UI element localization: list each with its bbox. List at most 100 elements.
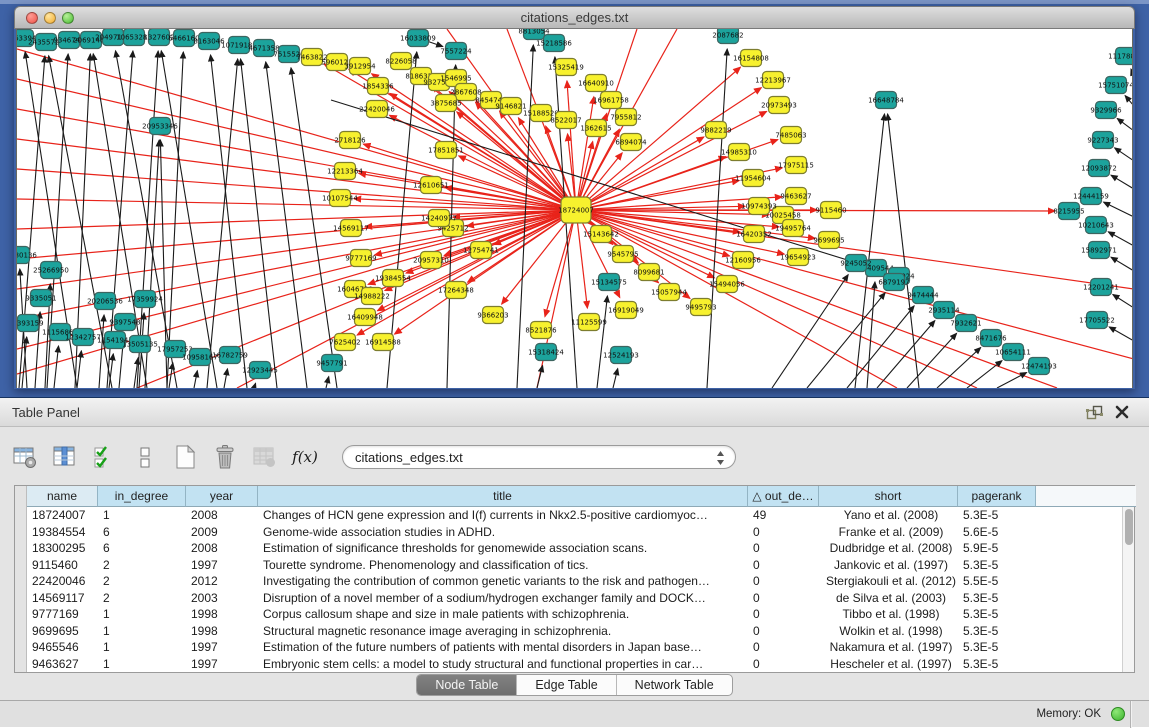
cell-out_de: 0	[748, 639, 819, 656]
table-row[interactable]: 1938455462009Genome-wide association stu…	[27, 524, 1136, 541]
select-all-rows-button[interactable]	[88, 440, 122, 474]
cell-short: Wolkin et al. (1998)	[819, 623, 958, 640]
window-titlebar[interactable]: citations_edges.txt	[14, 6, 1135, 29]
tab-node-table[interactable]: Node Table	[417, 675, 517, 695]
cell-title: Embryonic stem cells: a model to study s…	[258, 656, 748, 673]
graph-node-label: 9227343	[1087, 136, 1118, 144]
graph-node-label: 9397548	[109, 318, 140, 326]
graph-node-label: 12342757	[65, 333, 101, 341]
column-header-in_degree[interactable]: in_degree	[98, 486, 186, 507]
column-options-button[interactable]	[48, 440, 82, 474]
graph-node-label: 10025458	[765, 211, 801, 219]
cell-filler	[1036, 623, 1136, 640]
status-bar: Memory: OK	[0, 700, 1149, 727]
create-table-button[interactable]	[168, 440, 202, 474]
cell-in_degree: 1	[98, 606, 186, 623]
cell-in_degree: 1	[98, 656, 186, 673]
table-row[interactable]: 1830029562008Estimation of significance …	[27, 540, 1136, 557]
memory-ok-indicator[interactable]	[1111, 707, 1125, 721]
graph-node-label: 8522017	[550, 116, 581, 124]
scrollbar-thumb[interactable]	[1125, 509, 1133, 545]
column-header-title[interactable]: title	[258, 486, 748, 507]
graph-node-label: 19654923	[780, 253, 816, 261]
graph-node-label: 9457791	[316, 359, 347, 367]
table-row[interactable]: 946554611997Estimation of the future num…	[27, 639, 1136, 656]
deselect-all-rows-button[interactable]	[128, 440, 162, 474]
column-header-pagerank[interactable]: pagerank	[958, 486, 1036, 507]
cell-name: 9777169	[27, 606, 98, 623]
cell-out_de: 0	[748, 557, 819, 574]
table-row[interactable]: 2242004622012Investigating the contribut…	[27, 573, 1136, 590]
graph-node-label: 14569117	[333, 224, 369, 232]
column-header-year[interactable]: year	[186, 486, 258, 507]
cell-pagerank: 5.3E-5	[958, 606, 1036, 623]
delete-table-button[interactable]	[208, 440, 242, 474]
graph-node-label: 14240977	[421, 214, 457, 222]
graph-node-label: 10107544	[322, 194, 358, 202]
table-row[interactable]: 1872400712008Changes of HCN gene express…	[27, 507, 1136, 524]
table-options-button[interactable]	[8, 440, 42, 474]
cell-short: Stergiakouli et al. (2012)	[819, 573, 958, 590]
table-row[interactable]: 977716911998Corpus callosum shape and si…	[27, 606, 1136, 623]
cell-out_de: 0	[748, 540, 819, 557]
graph-node-label: 16648784	[868, 96, 904, 104]
graph-node-label: 16914588	[365, 338, 401, 346]
network-table-selector[interactable]: citations_edges.txt	[342, 445, 736, 469]
table-scrollbar[interactable]	[1122, 507, 1134, 672]
tab-edge-table[interactable]: Edge Table	[517, 675, 616, 695]
graph-node-label: 9699695	[813, 236, 844, 244]
network-canvas[interactable]: 1863394124355724934674420691406204971191…	[16, 29, 1133, 388]
table-row[interactable]: 969969511998Structural magnetic resonanc…	[27, 623, 1136, 640]
graph-node-label: 11178886	[1108, 52, 1133, 60]
graph-node-label: 7625402	[329, 338, 360, 346]
table-row[interactable]: 911546021997Tourette syndrome. Phenomeno…	[27, 557, 1136, 574]
graph-node-label: 12474193	[1021, 362, 1057, 370]
node-table: namein_degreeyeartitle△ out_de…shortpage…	[14, 485, 1135, 673]
graph-node-label: 10974393	[741, 202, 777, 210]
graph-node-label: 2087682	[712, 31, 743, 39]
table-panel-header: Table Panel	[0, 397, 1149, 427]
cell-in_degree: 2	[98, 590, 186, 607]
graph-node-label: 16919049	[608, 306, 644, 314]
column-header-short[interactable]: short	[819, 486, 958, 507]
graph-node-label: 15057944	[651, 288, 687, 296]
table-row[interactable]: 1456911722003Disruption of a novel membe…	[27, 590, 1136, 607]
graph-node-label: 12201241	[1083, 283, 1119, 291]
function-builder-button[interactable]: f(x)	[288, 440, 322, 474]
cell-name: 9699695	[27, 623, 98, 640]
float-panel-icon[interactable]	[1086, 405, 1103, 425]
graph-node-label: 20957310	[413, 256, 449, 264]
memory-status: Memory: OK	[1036, 708, 1101, 720]
row-header-strip	[15, 486, 27, 672]
close-panel-icon[interactable]	[1115, 405, 1129, 424]
graph-node-label: 9115460	[815, 206, 846, 214]
graph-node-label: 11954604	[735, 174, 771, 182]
cell-pagerank: 5.3E-5	[958, 507, 1036, 524]
graph-node-label: 2935114	[928, 306, 960, 314]
cell-in_degree: 2	[98, 557, 186, 574]
graph-node-label: 15325419	[548, 63, 584, 71]
cell-year: 2008	[186, 507, 258, 524]
cell-out_de: 0	[748, 524, 819, 541]
table-row[interactable]: 946362711997Embryonic stem cells: a mode…	[27, 656, 1136, 673]
cell-name: 14569117	[27, 590, 98, 607]
graph-node-label: 15218586	[536, 39, 572, 47]
cell-out_de: 0	[748, 606, 819, 623]
column-header-name[interactable]: name	[27, 486, 98, 507]
cell-filler	[1036, 540, 1136, 557]
graph-node-label: 9245052	[840, 259, 871, 267]
cell-year: 1997	[186, 639, 258, 656]
tab-network-table[interactable]: Network Table	[617, 675, 732, 695]
cell-pagerank: 5.3E-5	[958, 623, 1036, 640]
column-header-out_de[interactable]: △ out_de…	[748, 486, 819, 507]
cell-year: 1998	[186, 606, 258, 623]
cell-pagerank: 5.3E-5	[958, 590, 1036, 607]
graph-node-label: 7932621	[950, 319, 981, 327]
graph-node-label: 8471676	[975, 334, 1007, 342]
network-svg[interactable]: 1863394124355724934674420691406204971191…	[17, 29, 1133, 388]
cell-short: Hescheler et al. (1997)	[819, 656, 958, 673]
cell-title: Estimation of the future numbers of pati…	[258, 639, 748, 656]
graph-node-label: 6894074	[615, 138, 647, 146]
graph-node-label: 7955812	[610, 113, 641, 121]
window-title: citations_edges.txt	[15, 10, 1134, 25]
